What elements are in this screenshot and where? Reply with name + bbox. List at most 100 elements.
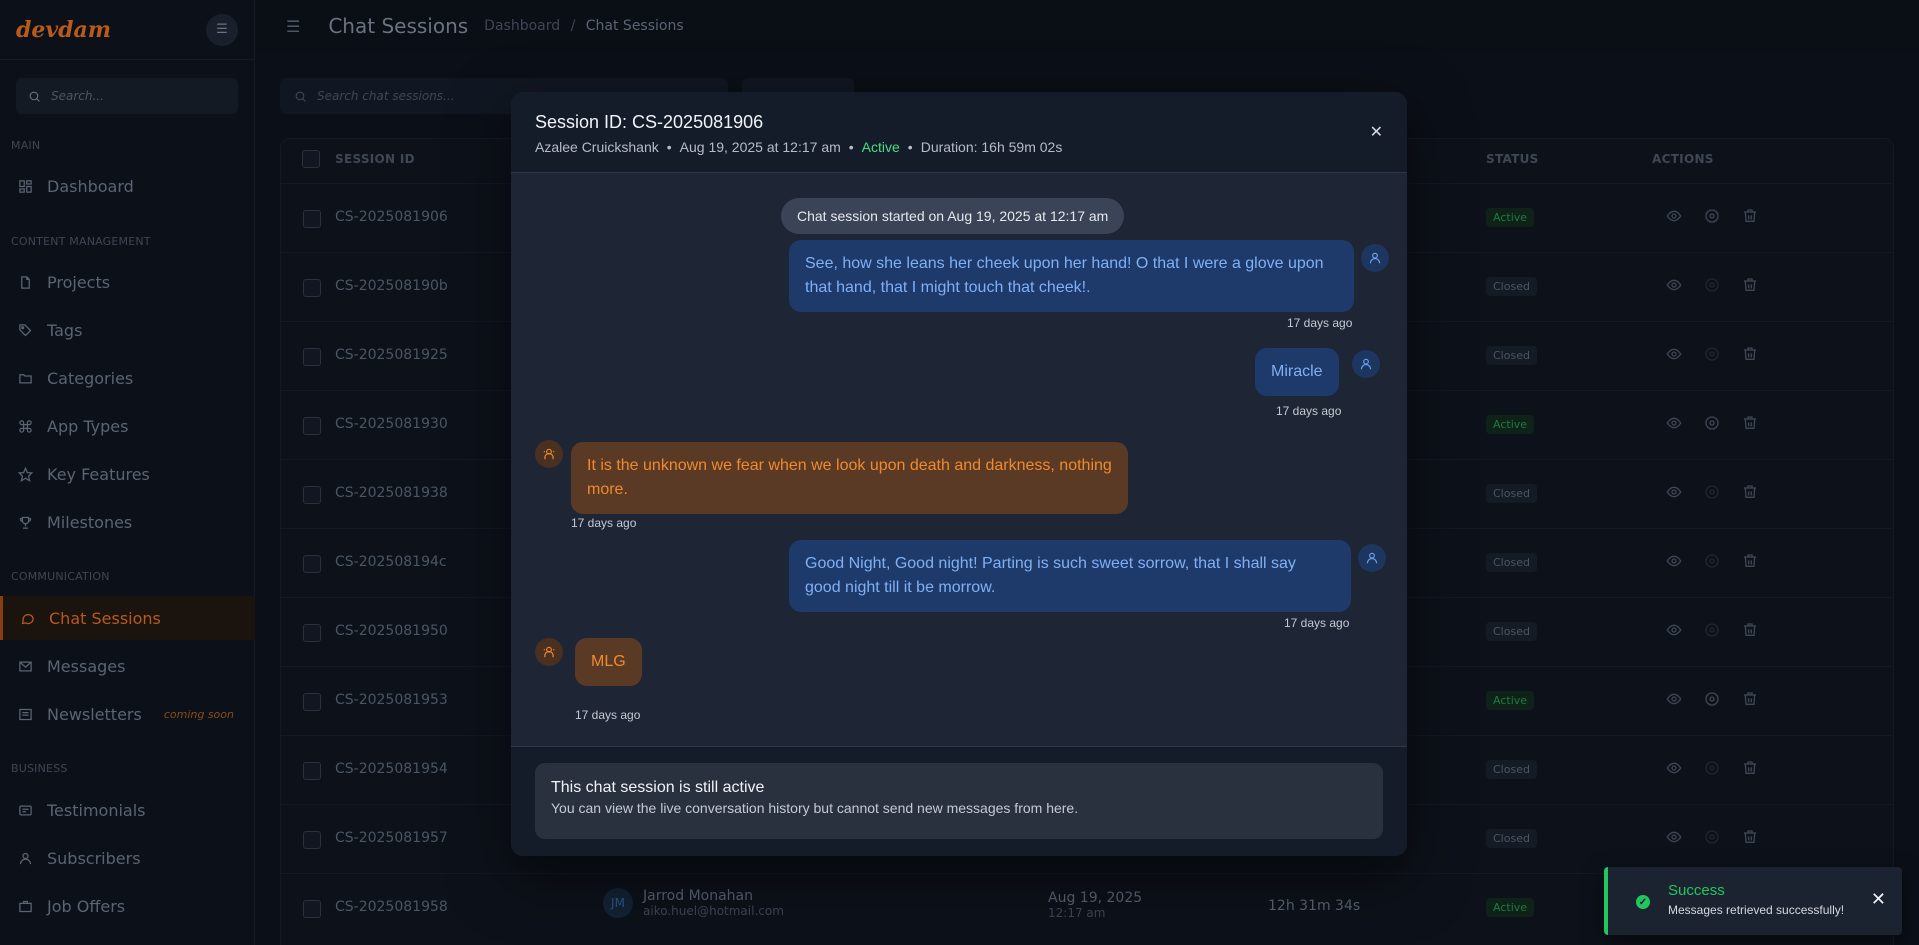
delete-icon[interactable] — [1742, 208, 1758, 224]
status-badge: Active — [1486, 898, 1535, 917]
session-status: Active — [861, 139, 900, 155]
sidebar-item-dashboard[interactable]: Dashboard — [0, 164, 255, 208]
trophy-icon — [19, 516, 32, 529]
row-checkbox[interactable] — [303, 486, 321, 504]
menu-icon[interactable]: ☰ — [286, 17, 300, 36]
delete-icon[interactable] — [1742, 553, 1758, 569]
view-icon[interactable] — [1666, 208, 1682, 224]
delete-icon[interactable] — [1742, 277, 1758, 293]
delete-icon[interactable] — [1742, 346, 1758, 362]
sidebar-item-tags[interactable]: Tags — [0, 308, 255, 352]
quote-icon — [19, 805, 32, 815]
view-icon[interactable] — [1666, 277, 1682, 293]
user-name: Jarrod Monahan — [643, 888, 753, 904]
status-badge: Active — [1486, 415, 1535, 434]
row-actions — [1666, 208, 1758, 224]
column-header-session-id[interactable]: SESSION ID — [335, 152, 415, 166]
session-user: Azalee Cruickshank — [535, 139, 659, 155]
row-checkbox[interactable] — [303, 624, 321, 642]
dashboard-icon — [19, 179, 32, 193]
close-icon[interactable]: ✕ — [1370, 122, 1383, 141]
delete-icon[interactable] — [1742, 760, 1758, 776]
row-checkbox[interactable] — [303, 417, 321, 435]
sidebar-item-newsletters[interactable]: Newsletters coming soon — [0, 692, 255, 736]
view-icon[interactable] — [1666, 346, 1682, 362]
column-header-status[interactable]: STATUS — [1486, 152, 1539, 166]
sidebar-search-input[interactable]: Search... — [16, 78, 238, 114]
stop-session-icon[interactable] — [1704, 208, 1720, 224]
breadcrumb-separator: / — [570, 18, 576, 34]
row-actions — [1666, 277, 1758, 293]
status-badge: Active — [1486, 208, 1535, 227]
delete-icon[interactable] — [1742, 829, 1758, 845]
row-checkbox[interactable] — [303, 900, 321, 918]
sidebar-item-app-types[interactable]: App Types — [0, 404, 255, 448]
agent-avatar-icon — [535, 440, 563, 468]
session-id: CS-2025081906 — [335, 209, 448, 225]
search-icon — [295, 91, 306, 102]
row-checkbox[interactable] — [303, 831, 321, 849]
page-title: Chat Sessions — [328, 14, 469, 38]
session-id: CS-202508190b — [335, 278, 448, 294]
view-icon[interactable] — [1666, 484, 1682, 500]
chat-session-modal: Session ID: CS-2025081906 Azalee Cruicks… — [511, 92, 1407, 856]
sidebar-item-testimonials[interactable]: Testimonials — [0, 788, 255, 832]
sidebar-item-milestones[interactable]: Milestones — [0, 500, 255, 544]
user-avatar-icon — [1352, 350, 1380, 378]
sidebar-item-chat-sessions[interactable]: Chat Sessions — [0, 596, 255, 640]
system-message: Chat session started on Aug 19, 2025 at … — [781, 198, 1125, 234]
delete-icon[interactable] — [1742, 691, 1758, 707]
session-id: CS-2025081953 — [335, 692, 448, 708]
delete-icon[interactable] — [1742, 622, 1758, 638]
breadcrumb-root[interactable]: Dashboard — [484, 18, 560, 34]
sidebar-item-label: Job Offers — [47, 896, 126, 916]
row-actions — [1666, 622, 1758, 638]
row-checkbox[interactable] — [303, 348, 321, 366]
delete-icon[interactable] — [1742, 415, 1758, 431]
view-icon[interactable] — [1666, 691, 1682, 707]
row-checkbox[interactable] — [303, 762, 321, 780]
sidebar-item-key-features[interactable]: Key Features — [0, 452, 255, 496]
row-checkbox[interactable] — [303, 555, 321, 573]
message-timestamp: 17 days ago — [1287, 316, 1353, 330]
stop-session-icon — [1705, 554, 1719, 568]
sidebar-item-projects[interactable]: Projects — [0, 260, 255, 304]
agent-message: MLG — [575, 638, 642, 686]
collapse-sidebar-icon[interactable]: ☰ — [206, 13, 238, 46]
row-checkbox[interactable] — [303, 210, 321, 228]
modal-header: Session ID: CS-2025081906 Azalee Cruicks… — [511, 92, 1407, 173]
user-message: See, how she leans her cheek upon her ha… — [789, 240, 1354, 312]
toast-close-icon[interactable]: ✕ — [1871, 889, 1886, 910]
row-actions — [1666, 760, 1758, 776]
view-icon[interactable] — [1666, 760, 1682, 776]
select-all-checkbox[interactable] — [302, 150, 320, 168]
stop-session-icon[interactable] — [1704, 415, 1720, 431]
row-actions — [1666, 691, 1758, 707]
sidebar-item-messages[interactable]: Messages — [0, 644, 255, 688]
delete-icon[interactable] — [1742, 484, 1758, 500]
row-checkbox[interactable] — [303, 693, 321, 711]
view-icon[interactable] — [1666, 415, 1682, 431]
message-timestamp: 17 days ago — [571, 516, 637, 530]
sidebar-item-subscribers[interactable]: Subscribers — [0, 836, 255, 880]
stop-session-icon[interactable] — [1704, 691, 1720, 707]
row-actions — [1666, 553, 1758, 569]
view-icon[interactable] — [1666, 622, 1682, 638]
message-timestamp: 17 days ago — [575, 708, 641, 722]
view-icon[interactable] — [1666, 553, 1682, 569]
message-timestamp: 17 days ago — [1284, 616, 1350, 630]
sidebar-search-placeholder: Search... — [51, 89, 104, 103]
sidebar-item-job-offers[interactable]: Job Offers — [0, 884, 255, 928]
user-avatar-icon — [1361, 244, 1389, 272]
row-actions — [1666, 829, 1758, 845]
view-icon[interactable] — [1666, 829, 1682, 845]
row-checkbox[interactable] — [303, 279, 321, 297]
session-date: Aug 19, 2025 — [1048, 890, 1143, 906]
topbar: ☰ Chat Sessions Dashboard / Chat Session… — [256, 0, 1919, 52]
stop-session-icon — [1705, 830, 1719, 844]
section-main: MAIN — [11, 139, 41, 152]
sidebar-item-categories[interactable]: Categories — [0, 356, 255, 400]
agent-message: It is the unknown we fear when we look u… — [571, 442, 1128, 514]
logo[interactable]: devdam — [16, 17, 111, 43]
section-content: CONTENT MANAGEMENT — [11, 235, 151, 248]
